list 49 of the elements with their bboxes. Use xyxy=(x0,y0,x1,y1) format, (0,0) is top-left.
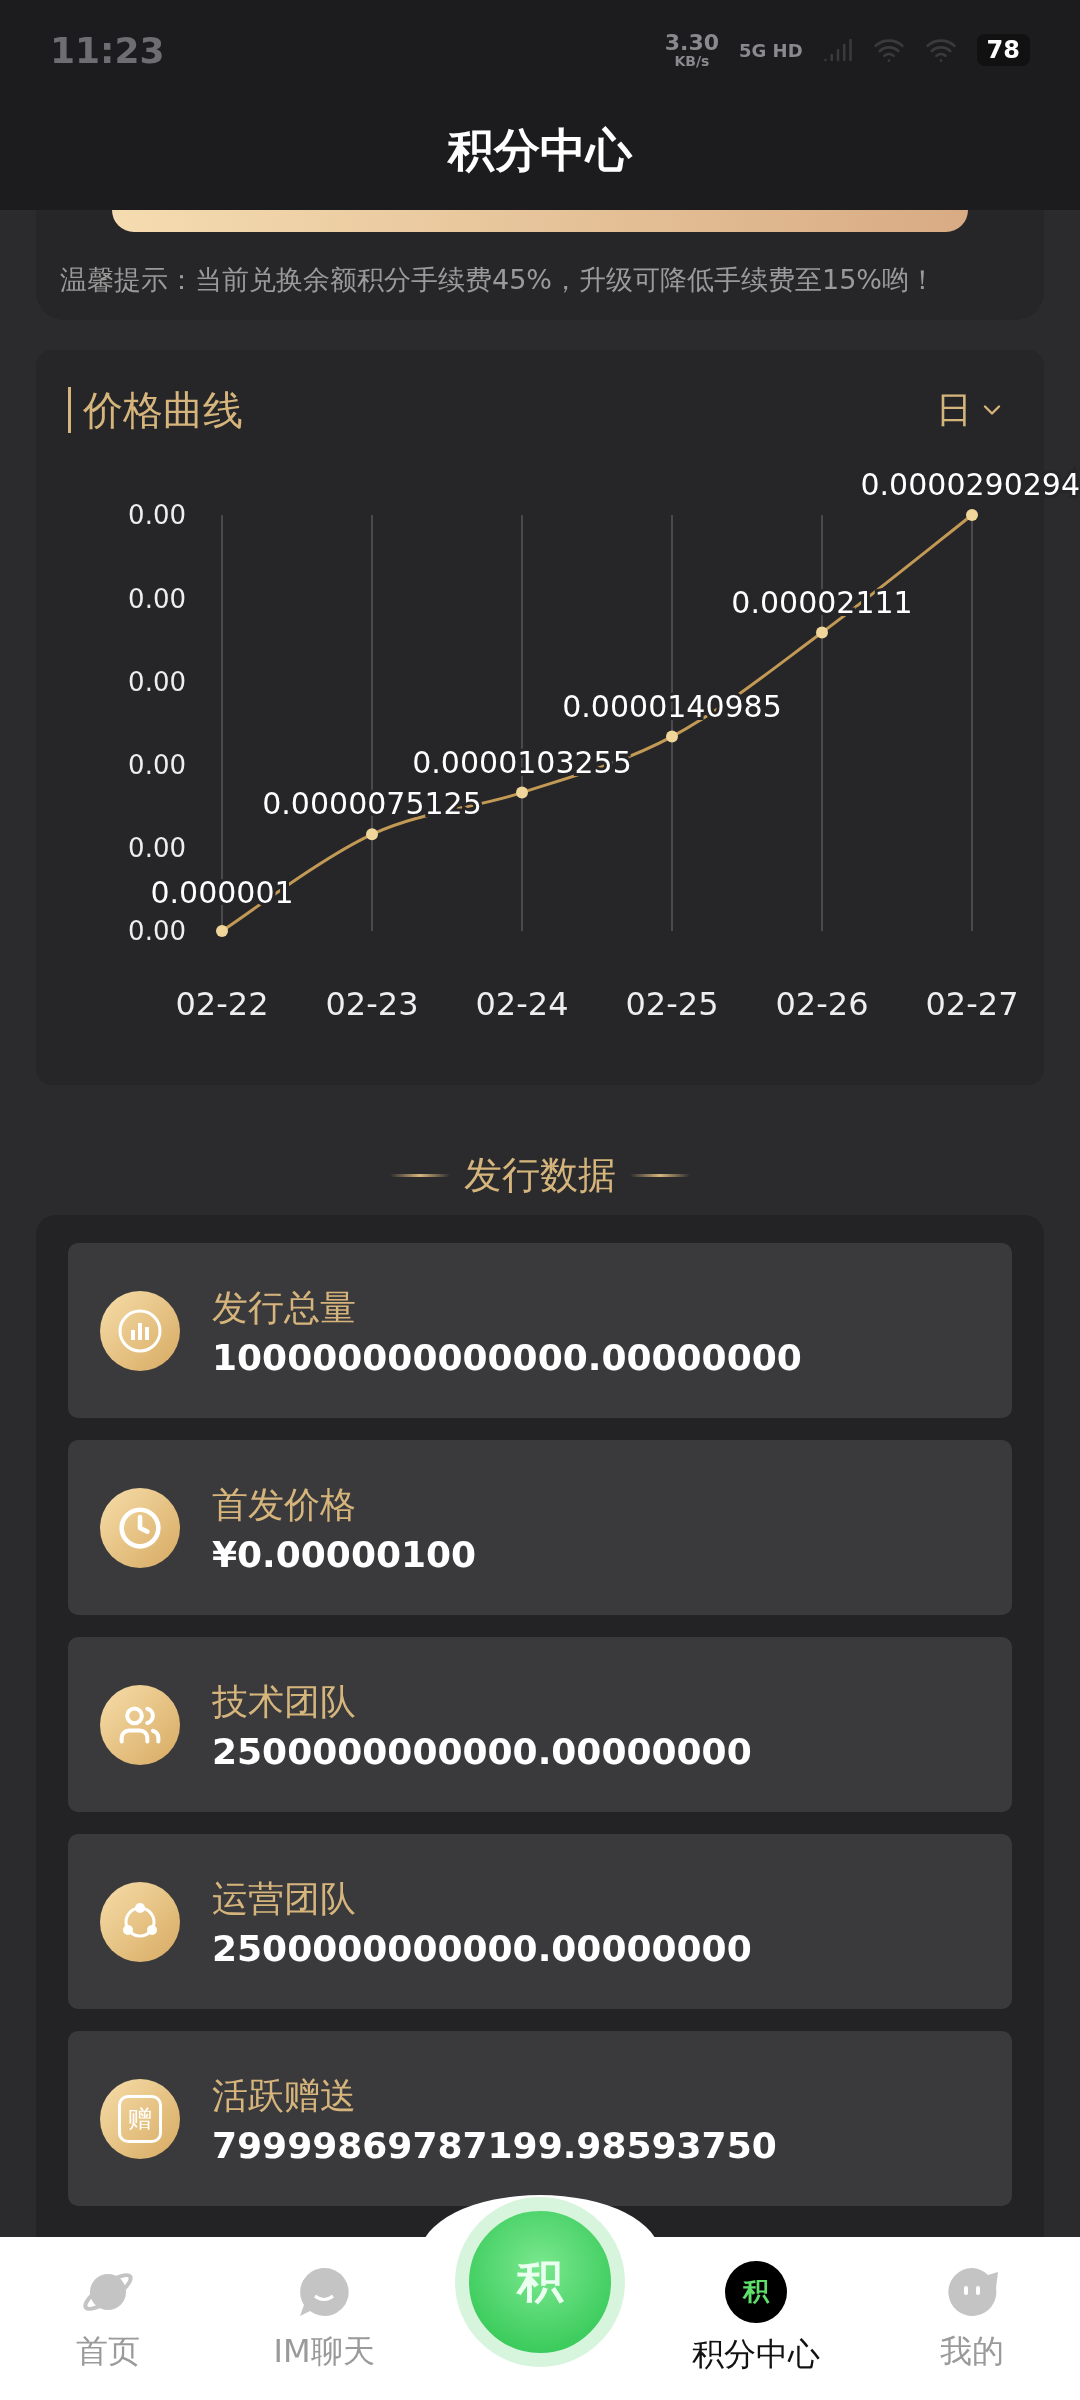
axis-label: 02-22 xyxy=(175,985,269,1023)
battery-level: 78 xyxy=(976,34,1030,66)
row-value: 79999869787199.98593750 xyxy=(212,2124,777,2166)
axis-label: 02-23 xyxy=(325,985,419,1023)
nav-tab[interactable]: 我的 xyxy=(864,2237,1080,2400)
nav-tab[interactable]: 积 积分中心 xyxy=(648,2237,864,2400)
data-point xyxy=(366,828,378,841)
center-points-button[interactable]: 积 xyxy=(455,2197,625,2367)
status-time: 11:23 xyxy=(50,29,165,71)
page-title: 积分中心 xyxy=(446,122,634,179)
network-type: 5G HD xyxy=(739,39,803,61)
data-point xyxy=(966,509,978,521)
row-label: 运营团队 xyxy=(212,1876,357,1921)
bar-chart-icon xyxy=(117,1307,163,1354)
value-label: 0.0000075125 xyxy=(262,786,482,822)
axis-label: 02-24 xyxy=(475,985,569,1023)
axis-label: 02-27 xyxy=(925,985,1019,1023)
row-value: 2500000000000.00000000 xyxy=(212,1730,752,1772)
axis-label: 0.00 xyxy=(128,583,186,614)
nav-tab[interactable]: 首页 xyxy=(0,2237,216,2400)
nav-tab[interactable]: IM聊天 xyxy=(216,2237,432,2400)
clock-icon xyxy=(118,1505,162,1550)
row-label: 首发价格 xyxy=(212,1482,357,1527)
axis-label: 0.00 xyxy=(128,500,186,530)
points-icon: 积 xyxy=(725,2260,787,2323)
data-point xyxy=(666,730,678,743)
axis-label: 0.00 xyxy=(128,832,186,863)
axis-label: 0.00 xyxy=(128,916,186,946)
speed-unit: KB/s xyxy=(674,54,710,68)
row-label: 活跃赠送 xyxy=(212,2073,357,2118)
chart-title: 价格曲线 xyxy=(68,387,243,433)
axis-label: 0.00 xyxy=(128,666,186,697)
period-dropdown[interactable]: 日 xyxy=(936,385,1006,435)
row-value: 100000000000000.00000000 xyxy=(212,1336,802,1378)
row-value: 2500000000000.00000000 xyxy=(212,1927,752,1969)
section-title: 发行数据 xyxy=(464,1151,616,1199)
axis-label: 0.00 xyxy=(128,749,186,780)
row-label: 发行总量 xyxy=(212,1285,357,1330)
value-label: 0.0000290294 xyxy=(860,467,1080,502)
row-value: ¥0.00000100 xyxy=(212,1533,477,1575)
gift-badge-icon: 赠 xyxy=(118,2094,162,2143)
network-speed: 3.30 xyxy=(664,32,719,54)
data-point xyxy=(516,786,528,799)
data-point xyxy=(216,925,228,937)
row-label: 技术团队 xyxy=(212,1679,357,1724)
axis-label: 02-25 xyxy=(625,985,719,1023)
data-point xyxy=(816,626,828,639)
notice-text: 温馨提示：当前兑换余额积分手续费45%，升级可降低手续费至15%哟！ xyxy=(60,263,938,297)
axis-label: 02-26 xyxy=(775,985,869,1023)
